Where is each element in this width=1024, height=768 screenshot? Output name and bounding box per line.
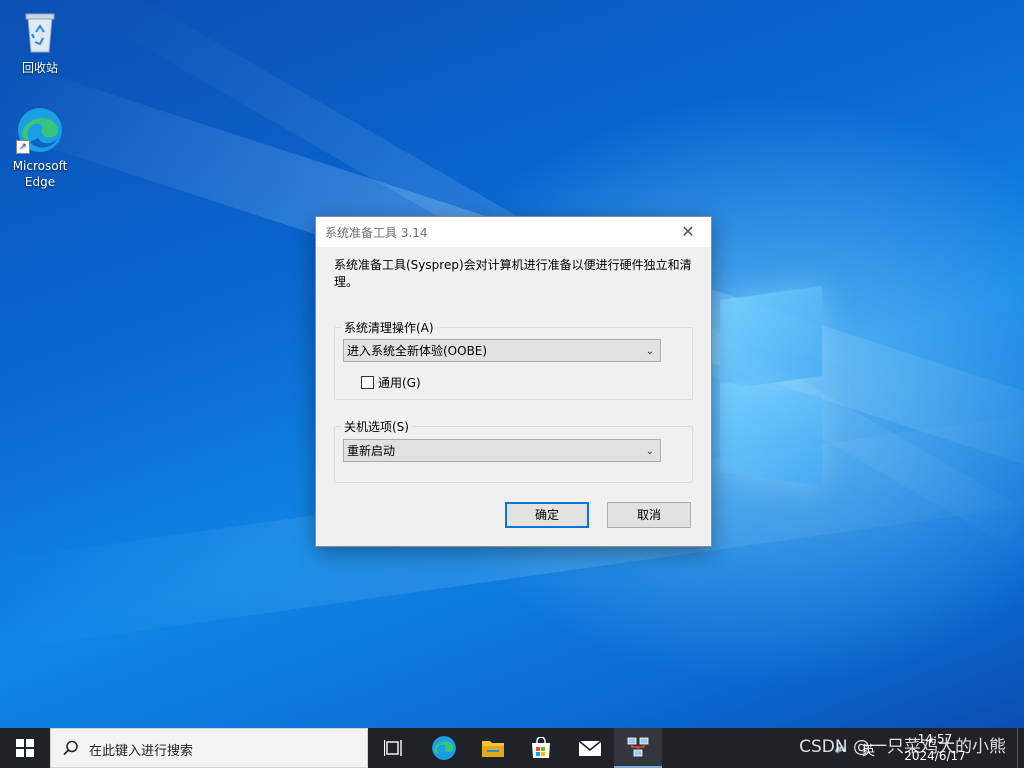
recycle-bin-icon [16, 8, 64, 56]
search-icon [63, 740, 78, 756]
taskbar-network-app-button[interactable] [614, 728, 662, 768]
close-button[interactable]: ✕ [665, 217, 711, 247]
start-button[interactable] [0, 728, 50, 768]
shutdown-option-select[interactable]: 重新启动 ⌄ [343, 439, 661, 462]
cancel-button[interactable]: 取消 [607, 502, 691, 528]
desktop-icon-label: 回收站 [21, 61, 58, 75]
watermark-text: CSDN @一只菜鸡大的小熊 [799, 737, 1006, 757]
cleanup-action-select[interactable]: 进入系统全新体验(OOBE) ⌄ [343, 339, 661, 362]
shutdown-options-group: 关机选项(S) 重新启动 ⌄ [334, 418, 693, 483]
network-icon [627, 737, 649, 757]
ok-button[interactable]: 确定 [505, 502, 589, 528]
close-icon: ✕ [681, 222, 695, 241]
task-view-button[interactable] [370, 728, 418, 768]
taskbar-mail-button[interactable] [566, 728, 614, 768]
cleanup-group-label: 系统清理操作(A) [341, 319, 437, 336]
search-placeholder: 在此键入进行搜索 [89, 744, 194, 759]
task-view-icon [384, 740, 402, 756]
shortcut-arrow-icon: ↗ [16, 140, 30, 154]
edge-icon [432, 736, 456, 760]
chevron-down-icon: ⌄ [645, 346, 654, 357]
mail-icon [578, 740, 602, 756]
desktop-icon-recycle-bin[interactable]: 回收站 [5, 8, 75, 76]
shutdown-selected-value: 重新启动 [347, 444, 396, 458]
taskbar-file-explorer-button[interactable] [469, 728, 517, 768]
sysprep-dialog: 系统准备工具 3.14 ✕ 系统准备工具(Sysprep)会对计算机进行准备以便… [315, 216, 712, 547]
chevron-down-icon: ⌄ [645, 446, 654, 457]
cleanup-action-group: 系统清理操作(A) 进入系统全新体验(OOBE) ⌄ 通用(G) [334, 319, 693, 400]
shutdown-group-label: 关机选项(S) [341, 418, 412, 435]
edge-icon: ↗ [16, 106, 64, 154]
generalize-checkbox[interactable] [361, 376, 374, 389]
windows-start-icon [16, 739, 34, 757]
taskbar-store-button[interactable] [517, 728, 565, 768]
desktop-icon-label: Microsoft Edge [12, 159, 68, 189]
taskbar-edge-button[interactable] [420, 728, 468, 768]
dialog-titlebar[interactable]: 系统准备工具 3.14 ✕ [316, 217, 711, 247]
dialog-description: 系统准备工具(Sysprep)会对计算机进行准备以便进行硬件独立和清理。 [334, 258, 692, 289]
show-desktop-button[interactable] [1017, 728, 1024, 768]
windows-logo-wallpaper [700, 285, 830, 487]
generalize-checkbox-row[interactable]: 通用(G) [361, 374, 421, 391]
dialog-title: 系统准备工具 3.14 [325, 226, 428, 240]
desktop-icon-edge[interactable]: ↗ Microsoft Edge [5, 106, 75, 190]
file-explorer-icon [482, 741, 504, 757]
generalize-label: 通用(G) [378, 376, 421, 390]
store-icon [532, 737, 550, 758]
cleanup-selected-value: 进入系统全新体验(OOBE) [347, 344, 488, 358]
taskbar-search-box[interactable]: 在此键入进行搜索 [50, 728, 368, 768]
